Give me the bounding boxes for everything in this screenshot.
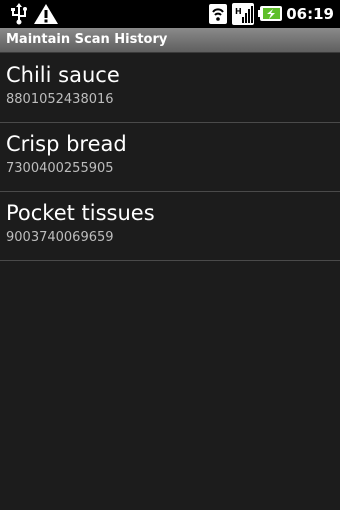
list-item[interactable]: Pocket tissues 9003740069659	[0, 192, 340, 261]
status-bar: H 06:19	[0, 0, 340, 28]
item-name: Pocket tissues	[6, 201, 155, 225]
warning-icon	[33, 3, 59, 29]
item-name: Chili sauce	[6, 63, 120, 87]
item-barcode: 7300400255905	[6, 161, 114, 176]
battery-charging-icon	[258, 3, 284, 29]
signal-icon: H	[232, 3, 254, 29]
usb-icon	[8, 3, 30, 29]
sync-icon	[208, 3, 228, 29]
item-barcode: 8801052438016	[6, 92, 114, 107]
status-clock: 06:19	[286, 5, 334, 23]
scan-history-list: Chili sauce 8801052438016 Crisp bread 73…	[0, 54, 340, 261]
svg-text:H: H	[235, 7, 242, 16]
item-barcode: 9003740069659	[6, 230, 114, 245]
item-name: Crisp bread	[6, 132, 127, 156]
list-item[interactable]: Chili sauce 8801052438016	[0, 54, 340, 123]
list-item[interactable]: Crisp bread 7300400255905	[0, 123, 340, 192]
page-title: Maintain Scan History	[6, 32, 168, 47]
title-bar: Maintain Scan History	[0, 28, 340, 53]
